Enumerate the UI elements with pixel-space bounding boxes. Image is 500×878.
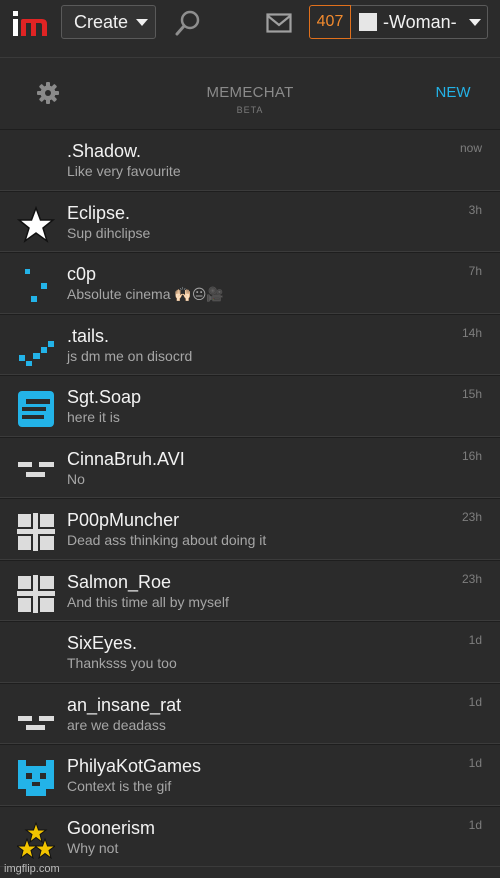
chat-time: 3h xyxy=(468,202,482,217)
chevron-down-icon xyxy=(468,18,481,26)
dashes-icon xyxy=(18,461,54,477)
chat-time: 7h xyxy=(468,264,482,278)
dashes-icon xyxy=(18,715,54,730)
three-stars-icon xyxy=(17,821,55,859)
chat-time: 1d xyxy=(468,756,482,770)
chat-row[interactable]: .tails. js dm me on disocrd 14h xyxy=(0,313,500,375)
new-chat-button[interactable]: NEW xyxy=(428,84,478,101)
avatar xyxy=(17,636,55,674)
chat-message: Thanksss you too xyxy=(67,655,177,671)
username-label: -Woman- xyxy=(383,11,457,32)
grid-icon xyxy=(17,574,55,613)
chat-time: 23h xyxy=(461,510,482,524)
chat-row[interactable]: SixEyes. Thanksss you too 1d xyxy=(0,621,500,683)
chat-time: 23h xyxy=(461,571,482,586)
mail-icon[interactable] xyxy=(266,13,292,33)
chat-row[interactable]: Salmon_Roe And this time all by myself 2… xyxy=(0,559,500,621)
chat-row[interactable]: an_insane_rat are we deadass 1d xyxy=(0,682,500,744)
chat-message: here it is xyxy=(67,409,120,425)
chat-row[interactable]: P00pMuncher Dead ass thinking about doin… xyxy=(0,498,500,560)
search-icon[interactable] xyxy=(174,9,202,37)
gear-icon[interactable] xyxy=(36,81,60,105)
chat-name: c0p xyxy=(67,264,97,284)
chat-row[interactable]: c0p Absolute cinema 🙌🏻😐🎥 7h xyxy=(0,252,500,314)
chat-time: 1d xyxy=(468,817,482,832)
chat-time: 15h xyxy=(461,387,482,401)
chat-name: P00pMuncher xyxy=(67,510,180,530)
chat-name: Goonerism xyxy=(67,817,156,838)
chat-message: And this time all by myself xyxy=(67,593,229,610)
chat-name: .tails. xyxy=(67,325,110,346)
chat-name: Salmon_Roe xyxy=(67,571,172,592)
chat-row[interactable]: Sgt.Soap here it is 15h xyxy=(0,375,500,437)
chat-row[interactable]: PhilyaKotGames Context is the gif 1d xyxy=(0,744,500,806)
chat-row[interactable]: .Shadow. Like very favourite now xyxy=(0,129,500,191)
chat-message: Sup dihclipse xyxy=(67,224,151,241)
chat-name: an_insane_rat xyxy=(67,694,182,715)
avatar xyxy=(17,144,55,182)
chat-message: Dead ass thinking about doing it xyxy=(67,532,267,548)
create-button[interactable]: Create xyxy=(61,5,156,39)
points-badge[interactable]: 407 xyxy=(309,5,351,39)
chat-time: now xyxy=(459,141,482,155)
grid-icon xyxy=(17,513,55,551)
user-menu-button[interactable]: -Woman- xyxy=(351,5,488,39)
imgflip-logo[interactable] xyxy=(12,8,50,38)
memechat-header: MEMECHAT BETA NEW xyxy=(0,57,500,129)
panel-title: MEMECHAT xyxy=(206,84,294,101)
create-label: Create xyxy=(74,11,129,32)
chat-row[interactable]: Eclipse. Sup dihclipse 3h xyxy=(0,190,500,252)
chat-message: js dm me on disocrd xyxy=(67,347,193,364)
s-block-icon xyxy=(18,391,54,427)
chat-row[interactable]: CinnaBruh.AVI No 16h xyxy=(0,436,500,498)
watermark: imgflip.com xyxy=(4,863,60,875)
top-navbar: Create 407 -Woman- xyxy=(0,0,500,46)
chat-message: Like very favourite xyxy=(67,163,181,179)
chat-time: 1d xyxy=(468,694,482,709)
chevron-down-icon xyxy=(136,18,149,26)
chat-message: are we deadass xyxy=(67,716,166,733)
chat-name: Eclipse. xyxy=(67,202,131,223)
dots-icon xyxy=(25,269,47,302)
chat-list: .Shadow. Like very favourite now Eclipse… xyxy=(0,129,500,867)
chat-row[interactable]: Goonerism Why not 1d xyxy=(0,805,500,867)
chat-message: No xyxy=(67,470,85,487)
chat-time: 1d xyxy=(468,633,482,647)
chat-time: 16h xyxy=(461,448,482,463)
user-avatar xyxy=(359,13,377,31)
chat-name: .Shadow. xyxy=(67,141,142,161)
chat-name: PhilyaKotGames xyxy=(67,756,202,776)
checkmark-pixels-icon xyxy=(19,340,54,366)
chat-message: Absolute cinema 🙌🏻😐🎥 xyxy=(67,286,224,302)
chat-name: SixEyes. xyxy=(67,633,138,653)
chat-name: CinnaBruh.AVI xyxy=(67,448,185,469)
panel-subtitle: BETA xyxy=(236,105,264,115)
chat-time: 14h xyxy=(461,325,482,340)
cat-pixel-icon xyxy=(18,760,54,796)
chat-message: Context is the gif xyxy=(67,778,172,794)
star-icon xyxy=(17,205,55,243)
chat-message: Why not xyxy=(67,839,119,856)
chat-name: Sgt.Soap xyxy=(67,387,142,407)
